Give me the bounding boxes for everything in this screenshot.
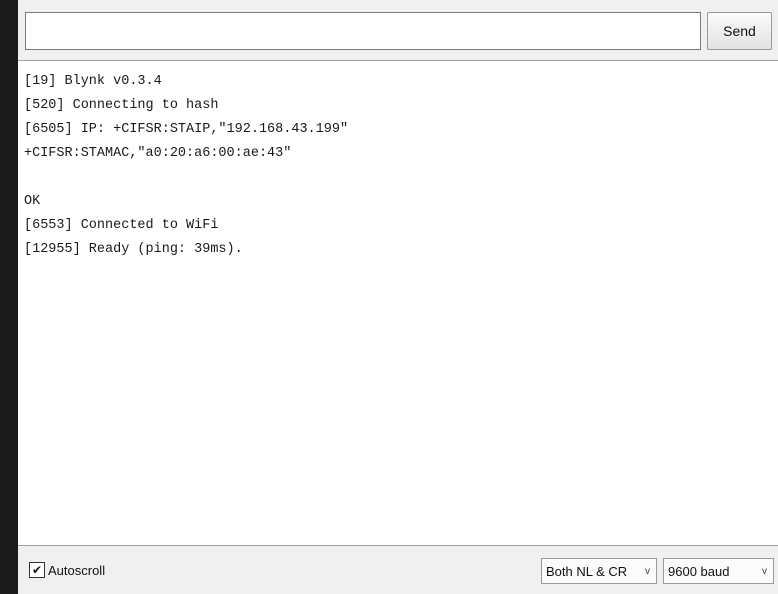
serial-output-console[interactable]: [19] Blynk v0.3.4 [520] Connecting to ha…	[18, 61, 778, 545]
send-button[interactable]: Send	[707, 12, 772, 50]
background-strip	[0, 0, 18, 594]
autoscroll-label: Autoscroll	[48, 562, 106, 578]
status-bar: ✔ Autoscroll Both NL & CR v 9600 baud v	[18, 545, 778, 594]
console-line: +CIFSR:STAMAC,"a0:20:a6:00:ae:43"	[24, 146, 292, 161]
chevron-down-icon: v	[645, 565, 650, 577]
baud-rate-value: 9600 baud	[668, 563, 730, 579]
console-line: [19] Blynk v0.3.4	[24, 74, 162, 89]
serial-monitor-window: Send [19] Blynk v0.3.4 [520] Connecting …	[18, 0, 778, 594]
autoscroll-checkbox[interactable]: ✔	[29, 562, 45, 578]
console-line: [6505] IP: +CIFSR:STAIP,"192.168.43.199"	[24, 122, 349, 137]
console-line: [12955] Ready (ping: 39ms).	[24, 242, 243, 257]
autoscroll-toggle[interactable]: ✔ Autoscroll	[29, 560, 105, 580]
baud-rate-select[interactable]: 9600 baud v	[663, 558, 774, 584]
line-ending-value: Both NL & CR	[546, 563, 628, 579]
chevron-down-icon: v	[762, 565, 767, 577]
send-toolbar: Send	[18, 0, 778, 61]
console-line: [6553] Connected to WiFi	[24, 218, 219, 233]
checkmark-icon: ✔	[31, 563, 43, 577]
line-ending-select[interactable]: Both NL & CR v	[541, 558, 657, 584]
console-line: [520] Connecting to hash	[24, 98, 219, 113]
console-line: OK	[24, 194, 41, 209]
serial-input-field[interactable]	[25, 12, 701, 50]
